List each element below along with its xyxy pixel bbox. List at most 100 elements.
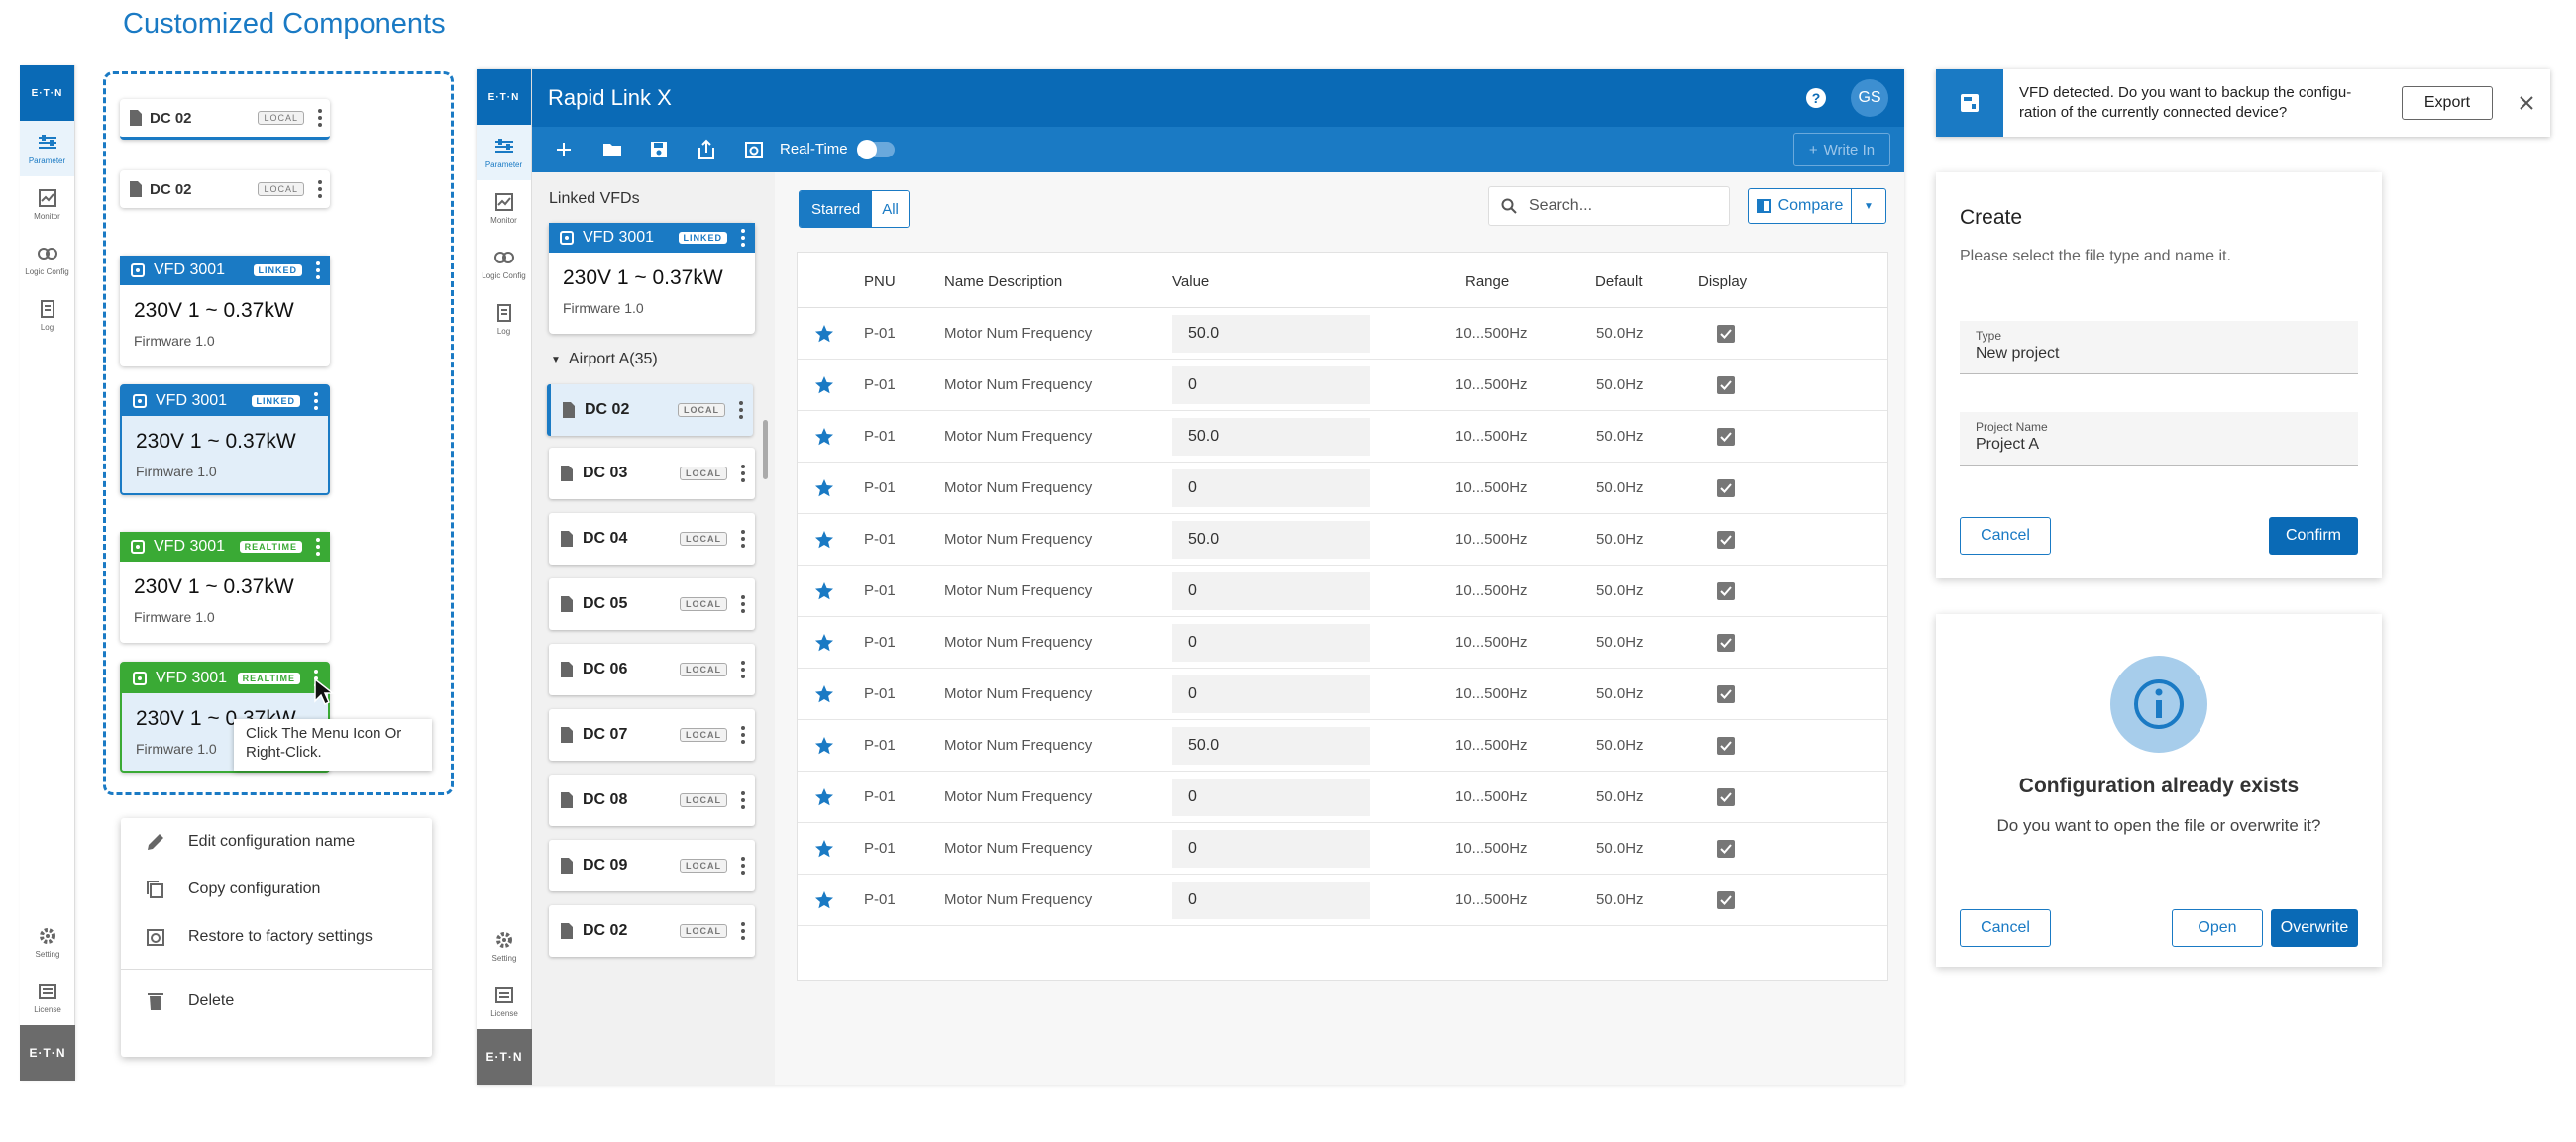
- search-input[interactable]: Search...: [1488, 186, 1730, 226]
- kebab-menu-icon[interactable]: [739, 401, 743, 419]
- linked-card[interactable]: VFD 3001 LINKED 230V 1 ~ 0.37kW Firmware…: [120, 256, 330, 366]
- restore-icon[interactable]: [744, 140, 764, 159]
- upload-icon[interactable]: [697, 139, 716, 160]
- kebab-menu-icon[interactable]: [741, 530, 745, 548]
- local-card[interactable]: DC 02 LOCAL: [120, 99, 330, 140]
- kebab-menu-icon[interactable]: [314, 392, 318, 410]
- nav-setting[interactable]: Setting: [20, 914, 75, 970]
- value-input[interactable]: 50.0: [1172, 727, 1370, 765]
- display-checkbox[interactable]: [1717, 720, 1735, 771]
- value-input[interactable]: 50.0: [1172, 521, 1370, 559]
- avatar[interactable]: GS: [1851, 79, 1888, 117]
- value-input[interactable]: 0: [1172, 366, 1370, 404]
- menu-item-edit-name[interactable]: Edit configuration name: [121, 818, 432, 866]
- star-icon[interactable]: [814, 360, 834, 410]
- star-icon[interactable]: [814, 617, 834, 668]
- nav-license[interactable]: License: [20, 970, 75, 1025]
- cancel-button[interactable]: Cancel: [1960, 517, 2051, 555]
- kebab-menu-icon[interactable]: [318, 109, 322, 127]
- star-icon[interactable]: [814, 823, 834, 874]
- linked-card-selected[interactable]: VFD 3001 LINKED 230V 1 ~ 0.37kW Firmware…: [120, 384, 330, 495]
- nav-parameter[interactable]: Parameter: [20, 121, 74, 176]
- nav-log[interactable]: Log: [20, 287, 74, 343]
- cancel-button[interactable]: Cancel: [1960, 909, 2051, 947]
- kebab-menu-icon[interactable]: [741, 922, 745, 940]
- add-icon[interactable]: [554, 140, 574, 159]
- display-checkbox[interactable]: [1717, 463, 1735, 513]
- realtime-card[interactable]: VFD 3001 REALTIME 230V 1 ~ 0.37kW Firmwa…: [120, 532, 330, 643]
- kebab-menu-icon[interactable]: [741, 229, 745, 247]
- kebab-menu-icon[interactable]: [741, 465, 745, 482]
- project-name-field[interactable]: Project Name Project A: [1960, 412, 2358, 466]
- value-input[interactable]: 50.0: [1172, 418, 1370, 456]
- help-icon[interactable]: ?: [1805, 87, 1827, 109]
- kebab-menu-icon[interactable]: [741, 857, 745, 875]
- display-checkbox[interactable]: [1717, 823, 1735, 874]
- nav-setting[interactable]: Setting: [477, 918, 532, 974]
- chevron-down-icon[interactable]: ▼: [1852, 189, 1885, 223]
- value-input[interactable]: 0: [1172, 882, 1370, 919]
- table-row[interactable]: P-01 Motor Num Frequency 0 10...500Hz 50.0Hz: [798, 875, 1887, 926]
- device-item[interactable]: DC 06 LOCAL: [549, 644, 755, 695]
- open-button[interactable]: Open: [2172, 909, 2263, 947]
- device-item[interactable]: DC 04 LOCAL: [549, 513, 755, 565]
- star-icon[interactable]: [814, 463, 834, 513]
- menu-item-copy[interactable]: Copy configuration: [121, 866, 432, 913]
- star-icon[interactable]: [814, 308, 834, 359]
- value-input[interactable]: 0: [1172, 675, 1370, 713]
- star-icon[interactable]: [814, 720, 834, 771]
- table-row[interactable]: P-01 Motor Num Frequency 0 10...500Hz 50.0Hz: [798, 617, 1887, 669]
- compare-button[interactable]: Compare: [1749, 189, 1852, 223]
- device-item[interactable]: DC 02 LOCAL: [547, 384, 753, 436]
- star-icon[interactable]: [814, 566, 834, 616]
- write-in-button[interactable]: + Write In: [1793, 133, 1890, 166]
- nav-logic-config[interactable]: Logic Config: [20, 232, 74, 287]
- star-icon[interactable]: [814, 772, 834, 822]
- kebab-menu-icon[interactable]: [316, 538, 320, 556]
- display-checkbox[interactable]: [1717, 875, 1735, 925]
- menu-item-restore[interactable]: Restore to factory settings: [121, 913, 432, 961]
- device-item[interactable]: DC 09 LOCAL: [549, 840, 755, 891]
- value-input[interactable]: 0: [1172, 624, 1370, 662]
- device-item[interactable]: DC 02 LOCAL: [549, 905, 755, 957]
- menu-item-delete[interactable]: Delete: [121, 978, 432, 1025]
- table-row[interactable]: P-01 Motor Num Frequency 0 10...500Hz 50.0Hz: [798, 772, 1887, 823]
- confirm-button[interactable]: Confirm: [2269, 517, 2358, 555]
- overwrite-button[interactable]: Overwrite: [2271, 909, 2358, 947]
- tab-starred[interactable]: Starred: [800, 191, 873, 227]
- display-checkbox[interactable]: [1717, 308, 1735, 359]
- nav-license[interactable]: License: [477, 974, 532, 1029]
- table-row[interactable]: P-01 Motor Num Frequency 50.0 10...500Hz 50.…: [798, 514, 1887, 566]
- folder-icon[interactable]: [601, 140, 623, 159]
- kebab-menu-icon[interactable]: [741, 726, 745, 744]
- save-icon[interactable]: [649, 140, 669, 159]
- export-button[interactable]: Export: [2402, 86, 2493, 120]
- table-row[interactable]: P-01 Motor Num Frequency 0 10...500Hz 50.0Hz: [798, 360, 1887, 411]
- list-scrollbar[interactable]: [763, 420, 768, 479]
- table-row[interactable]: P-01 Motor Num Frequency 0 10...500Hz 50.0Hz: [798, 823, 1887, 875]
- kebab-menu-icon[interactable]: [741, 791, 745, 809]
- close-icon[interactable]: [2519, 95, 2534, 111]
- display-checkbox[interactable]: [1717, 617, 1735, 668]
- star-icon[interactable]: [814, 514, 834, 565]
- display-checkbox[interactable]: [1717, 772, 1735, 822]
- value-input[interactable]: 0: [1172, 572, 1370, 610]
- table-row[interactable]: P-01 Motor Num Frequency 0 10...500Hz 50.0Hz: [798, 463, 1887, 514]
- table-row[interactable]: P-01 Motor Num Frequency 50.0 10...500Hz 50.…: [798, 720, 1887, 772]
- display-checkbox[interactable]: [1717, 669, 1735, 719]
- value-input[interactable]: 0: [1172, 830, 1370, 868]
- type-field[interactable]: Type New project: [1960, 321, 2358, 374]
- star-icon[interactable]: [814, 411, 834, 462]
- device-item[interactable]: DC 07 LOCAL: [549, 709, 755, 761]
- nav-parameter[interactable]: Parameter: [477, 125, 531, 180]
- value-input[interactable]: 50.0: [1172, 315, 1370, 353]
- device-item[interactable]: DC 05 LOCAL: [549, 578, 755, 630]
- nav-monitor[interactable]: Monitor: [20, 176, 74, 232]
- display-checkbox[interactable]: [1717, 360, 1735, 410]
- display-checkbox[interactable]: [1717, 411, 1735, 462]
- nav-logic-config[interactable]: Logic Config: [477, 236, 531, 291]
- realtime-toggle[interactable]: [857, 140, 895, 159]
- group-toggle[interactable]: ▼ Airport A(35): [551, 351, 658, 368]
- star-icon[interactable]: [814, 875, 834, 925]
- linked-vfd-card[interactable]: VFD 3001 LINKED 230V 1 ~ 0.37kW Firmware…: [549, 223, 755, 334]
